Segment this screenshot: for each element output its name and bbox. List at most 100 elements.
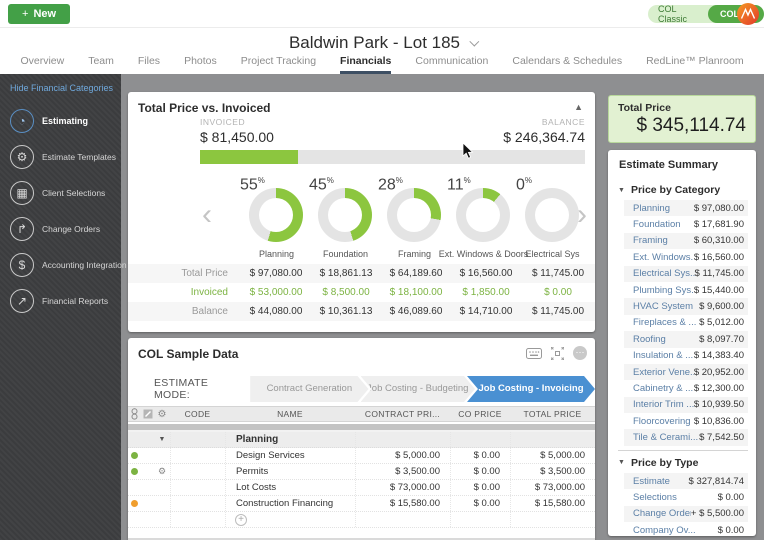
project-title[interactable]: Baldwin Park - Lot 185 [0,33,764,53]
code-cell[interactable] [170,464,225,479]
contract-price-cell[interactable]: $ 15,580.00 [355,496,450,511]
category-row[interactable]: Ext. Windows... $ 16,560.00 [624,249,748,265]
code-cell[interactable] [170,480,225,495]
code-cell[interactable] [170,496,225,511]
category-row[interactable]: Cabinetry & ... $ 12,300.00 [624,380,748,396]
mode-job-costing-budgeting[interactable]: Job Costing - Budgeting [361,376,475,402]
more-options-icon[interactable]: ⋯ [573,346,587,360]
mode-job-costing-invoicing[interactable]: Job Costing - Invoicing [467,376,595,402]
sidebar-item-change-orders[interactable]: ↱ Change Orders [0,211,121,247]
co-price-cell[interactable]: $ 0.00 [450,448,510,463]
category-row[interactable]: Foundation $ 17,681.90 [624,216,748,232]
category-row[interactable]: Insulation & ... $ 14,383.40 [624,348,748,364]
group-row-planning[interactable]: ▼ Planning [128,432,595,448]
column-co-price[interactable]: CO PRICE [450,409,510,419]
category-label[interactable]: HVAC System [633,301,693,312]
tab-photos[interactable]: Photos [184,52,217,74]
category-label[interactable]: Electrical Sys... [633,268,695,279]
tab-files[interactable]: Files [138,52,160,74]
type-label[interactable]: Estimate [633,476,670,487]
type-row[interactable]: Selections $ 0.00 [624,489,748,505]
brand-logo-icon[interactable] [736,2,760,26]
category-row[interactable]: Electrical Sys... $ 11,745.00 [624,265,748,282]
name-cell[interactable]: Permits [225,464,355,479]
table-row[interactable]: Lot Costs $ 73,000.00 $ 0.00 $ 73,000.00 [128,480,595,496]
category-label[interactable]: Framing [633,235,668,246]
table-scroll-band[interactable] [128,422,595,432]
add-line-icon[interactable]: + [235,513,247,526]
gear-icon[interactable]: ⚙ [158,466,166,477]
tab-team[interactable]: Team [88,52,114,74]
carousel-prev-icon[interactable]: ‹ [202,200,212,230]
category-row[interactable]: Tile & Cerami... $ 7,542.50 [624,429,748,446]
name-cell[interactable]: Construction Financing [225,496,355,511]
category-row[interactable]: Roofing $ 8,097.70 [624,331,748,348]
column-total-price[interactable]: TOTAL PRICE [510,409,595,419]
co-price-cell[interactable]: $ 0.00 [450,464,510,479]
donut-chart-item[interactable]: 55% Planning [240,176,311,264]
collapse-group-icon[interactable]: ▼ [159,436,166,443]
category-row[interactable]: Interior Trim ... $ 10,939.50 [624,396,748,414]
category-row[interactable]: Plumbing Sys... $ 15,440.00 [624,282,748,298]
table-row[interactable]: Design Services $ 5,000.00 $ 0.00 $ 5,000.0… [128,448,595,464]
category-row[interactable]: Floorcovering $ 10,836.00 [624,413,748,429]
sidebar-item-estimating[interactable]: ◔ Estimating [0,103,121,139]
sidebar-item-financial-reports[interactable]: ↗ Financial Reports [0,283,121,319]
gear-icon[interactable]: ⚙ [154,407,170,421]
tab-calendars-schedules[interactable]: Calendars & Schedules [512,52,622,74]
type-label[interactable]: Selections [633,492,677,503]
hide-financial-categories-link[interactable]: Hide Financial Categories [10,83,121,93]
tab-communication[interactable]: Communication [415,52,488,74]
type-label[interactable]: Change Orders [633,508,691,519]
new-button[interactable]: + New [8,4,71,24]
name-cell[interactable]: Lot Costs [225,480,355,495]
table-row[interactable]: Construction Financing $ 15,580.00 $ 0.00 $… [128,496,595,512]
name-cell[interactable]: Design Services [225,448,355,463]
category-row[interactable]: Exterior Vene... $ 20,952.00 [624,363,748,381]
price-by-category-section[interactable]: ▼ Price by Category [618,184,756,196]
donut-chart-item[interactable]: 11% Ext. Windows & Doors [439,176,529,264]
total-price-cell[interactable]: $ 3,500.00 [510,464,595,479]
donut-chart-item[interactable]: 0% Electrical Sys [516,176,587,264]
keyboard-icon[interactable] [526,347,542,359]
collapse-panel-icon[interactable]: ▲ [574,102,583,112]
type-row[interactable]: Company Ov... $ 0.00 [624,522,748,536]
tab-redline-planroom[interactable]: RedLine™ Planroom [646,52,743,74]
category-row[interactable]: HVAC System $ 9,600.00 [624,298,748,315]
category-row[interactable]: Planning $ 97,080.00 [624,200,748,217]
category-label[interactable]: Floorcovering [633,416,691,427]
category-label[interactable]: Fireplaces & ... [633,317,696,328]
type-row[interactable]: Change Orders+ $ 5,500.00 [624,505,748,523]
contract-price-cell[interactable]: $ 73,000.00 [355,480,450,495]
tab-project-tracking[interactable]: Project Tracking [241,52,316,74]
expand-icon[interactable] [551,346,564,360]
category-label[interactable]: Insulation & ... [633,350,693,361]
category-row[interactable]: Framing $ 60,310.00 [624,232,748,250]
category-label[interactable]: Planning [633,203,670,214]
toggle-col-classic[interactable]: COL Classic [648,4,708,24]
tab-overview[interactable]: Overview [20,52,64,74]
category-label[interactable]: Tile & Cerami... [633,432,698,443]
category-label[interactable]: Ext. Windows... [633,252,694,263]
contract-price-cell[interactable]: $ 3,500.00 [355,464,450,479]
column-name[interactable]: NAME [225,409,355,419]
sidebar-item-estimate-templates[interactable]: ⚙ Estimate Templates [0,139,121,175]
code-cell[interactable] [170,448,225,463]
co-price-cell[interactable]: $ 0.00 [450,496,510,511]
column-code[interactable]: CODE [170,409,225,419]
category-label[interactable]: Foundation [633,219,681,230]
type-row[interactable]: Estimate $ 327,814.74 [624,472,748,490]
mode-contract-generation[interactable]: Contract Generation [250,376,368,402]
donut-chart-item[interactable]: 45% Foundation [309,176,380,264]
sidebar-item-client-selections[interactable]: ▦ Client Selections [0,175,121,211]
column-contract-price[interactable]: CONTRACT PRI... [355,409,450,419]
contract-price-cell[interactable]: $ 5,000.00 [355,448,450,463]
category-label[interactable]: Interior Trim ... [633,399,694,410]
category-row[interactable]: Fireplaces & ... $ 5,012.00 [624,315,748,331]
paperclip-icon[interactable] [128,407,141,421]
co-price-cell[interactable]: $ 0.00 [450,480,510,495]
table-row[interactable]: ⚙ Permits $ 3,500.00 $ 0.00 $ 3,500.00 [128,464,595,480]
sidebar-item-accounting-integration[interactable]: $ Accounting Integration [0,247,127,283]
price-by-type-section[interactable]: ▼ Price by Type [618,457,756,469]
category-label[interactable]: Roofing [633,334,666,345]
